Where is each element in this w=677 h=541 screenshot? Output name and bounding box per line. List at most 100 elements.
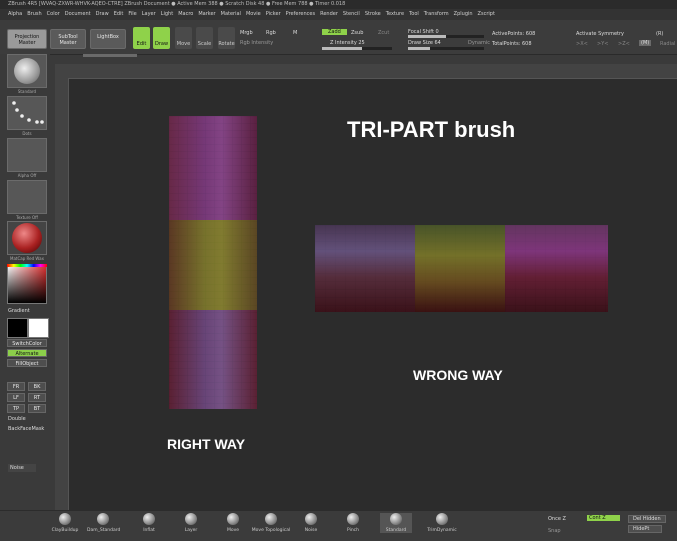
draw-size-track[interactable]	[408, 47, 484, 50]
standard-brush-icon	[14, 58, 40, 84]
right-view-button[interactable]: RT	[28, 393, 46, 402]
texture-selector[interactable]	[7, 180, 47, 214]
secondary-color-swatch[interactable]	[28, 318, 49, 338]
double-button[interactable]: Double	[8, 416, 26, 422]
menu-item-zscript[interactable]: Zscript	[478, 9, 495, 20]
hue-strip[interactable]	[7, 264, 47, 267]
menu-item-texture[interactable]: Texture	[386, 9, 404, 20]
material-selector[interactable]	[7, 221, 47, 255]
menu-item-light[interactable]: Light	[161, 9, 173, 20]
color-picker[interactable]	[7, 264, 47, 304]
brush-standard[interactable]: Standard	[380, 513, 412, 533]
brush-sphere-icon	[227, 513, 239, 525]
brush-layer[interactable]: Layer	[175, 513, 207, 533]
hidept-button[interactable]: HidePt	[628, 525, 663, 533]
brush-inflat[interactable]: Inflat	[133, 513, 165, 533]
brush-move-topological[interactable]: Move Topological	[249, 513, 293, 533]
menu-item-zplugin[interactable]: Zplugin	[454, 9, 473, 20]
menu-item-movie[interactable]: Movie	[246, 9, 261, 20]
switchcolor-button[interactable]: SwitchColor	[7, 339, 47, 347]
horizontal-scroll-handle[interactable]	[83, 54, 137, 57]
menu-item-file[interactable]: File	[128, 9, 136, 20]
left-view-button[interactable]: LF	[7, 393, 25, 402]
fillobject-button[interactable]: FillObject	[7, 359, 47, 367]
scale-mode-button[interactable]: Scale	[196, 27, 213, 49]
menu-item-edit[interactable]: Edit	[114, 9, 124, 20]
symmetry-r-button[interactable]: (R)	[656, 31, 663, 37]
brush-selector[interactable]	[7, 54, 47, 88]
edit-mode-button[interactable]: Edit	[133, 27, 150, 49]
rgb-button[interactable]: Rgb	[266, 30, 276, 36]
move-mode-button[interactable]: Move	[175, 27, 192, 49]
menu-item-render[interactable]: Render	[320, 9, 338, 20]
zsub-button[interactable]: Zsub	[351, 30, 363, 36]
stroke-selector[interactable]	[7, 96, 47, 130]
brush-dam-standard[interactable]: Dam_Standard	[87, 513, 120, 533]
front-view-button[interactable]: FR	[7, 382, 25, 391]
z-intensity-track[interactable]	[322, 47, 392, 50]
z-intensity-slider[interactable]: Z Intensity 25	[330, 40, 365, 46]
back-view-button[interactable]: BK	[28, 382, 46, 391]
subtool-master-button[interactable]: SubTool Master	[50, 29, 86, 49]
m-button[interactable]: M	[293, 30, 297, 36]
snap-button[interactable]: Snap	[548, 528, 561, 534]
draw-size-slider[interactable]: Draw Size 64	[408, 40, 441, 46]
backfacemask-button[interactable]: BackFaceMask	[8, 426, 44, 432]
projection-master-button[interactable]: Projection Master	[7, 29, 47, 49]
bottom-view-button[interactable]: BT	[28, 404, 46, 413]
lightbox-button[interactable]: LightBox	[90, 29, 126, 49]
menu-item-transform[interactable]: Transform	[424, 9, 449, 20]
horizontal-mesh-middle-part	[415, 225, 505, 312]
menu-item-macro[interactable]: Macro	[178, 9, 193, 20]
menu-item-preferences[interactable]: Preferences	[286, 9, 315, 20]
brush-move[interactable]: Move	[217, 513, 249, 533]
menu-item-tool[interactable]: Tool	[409, 9, 419, 20]
draw-mode-button[interactable]: Draw	[153, 27, 170, 49]
main-color-swatch[interactable]	[7, 318, 28, 338]
menu-item-document[interactable]: Document	[65, 9, 91, 20]
menu-item-color[interactable]: Color	[47, 9, 60, 20]
focal-shift-track[interactable]	[408, 35, 484, 38]
activate-symmetry-button[interactable]: Activate Symmetry	[576, 31, 624, 37]
symmetry-z-button[interactable]: >Z<	[618, 41, 630, 47]
alpha-selector[interactable]	[7, 138, 47, 172]
horizontal-mesh-right-part	[505, 225, 608, 312]
bottom-brush-tray: ClayBuildup Dam_Standard Inflat Layer Move Mo…	[0, 510, 677, 541]
rotate-mode-button[interactable]: Rotate	[218, 27, 235, 49]
document-canvas[interactable]: TRI-PART brush WRONG WAY RIGHT WAY	[68, 78, 677, 511]
menu-item-stroke[interactable]: Stroke	[365, 9, 381, 20]
dynamic-button[interactable]: Dynamic	[468, 40, 490, 46]
menu-item-draw[interactable]: Draw	[96, 9, 109, 20]
mrgb-button[interactable]: Mrgb	[240, 30, 253, 36]
once-z-button[interactable]: Once Z	[548, 516, 566, 522]
menu-item-material[interactable]: Material	[221, 9, 241, 20]
brush-label: Pinch	[346, 528, 360, 533]
cont-z-button[interactable]: Cont Z	[587, 515, 620, 521]
brush-pinch[interactable]: Pinch	[337, 513, 369, 533]
menu-item-alpha[interactable]: Alpha	[8, 9, 22, 20]
brush-trimdynamic[interactable]: TrimDynamic	[426, 513, 458, 533]
menu-item-marker[interactable]: Marker	[198, 9, 215, 20]
zadd-button[interactable]: Zadd	[322, 29, 347, 35]
draw-label: Draw	[154, 41, 169, 47]
del-hidden-button[interactable]: Del Hidden	[628, 515, 666, 523]
alternate-button[interactable]: Alternate	[7, 349, 47, 357]
symmetry-y-button[interactable]: >Y<	[597, 41, 608, 47]
menu-item-picker[interactable]: Picker	[266, 9, 281, 20]
top-view-button[interactable]: TP	[7, 404, 25, 413]
matcap-red-wax-icon	[12, 223, 42, 253]
menu-item-brush[interactable]: Brush	[27, 9, 41, 20]
noise-button[interactable]: Noise	[8, 464, 36, 472]
canvas-title: TRI-PART brush	[347, 117, 516, 142]
brush-label: Noise	[304, 528, 318, 533]
radial-button[interactable]: Radial	[660, 41, 675, 47]
brush-claybuildup[interactable]: ClayBuildup	[49, 513, 81, 533]
brush-noise[interactable]: Noise	[295, 513, 327, 533]
symmetry-x-button[interactable]: >X<	[576, 41, 588, 47]
zcut-button[interactable]: Zcut	[378, 30, 389, 36]
menu-item-layer[interactable]: Layer	[142, 9, 156, 20]
menu-item-stencil[interactable]: Stencil	[343, 9, 360, 20]
symmetry-m-button[interactable]: (M)	[639, 40, 652, 46]
total-points: TotalPoints: 608	[492, 41, 532, 47]
rgb-intensity-slider[interactable]: Rgb Intensity	[240, 40, 273, 46]
